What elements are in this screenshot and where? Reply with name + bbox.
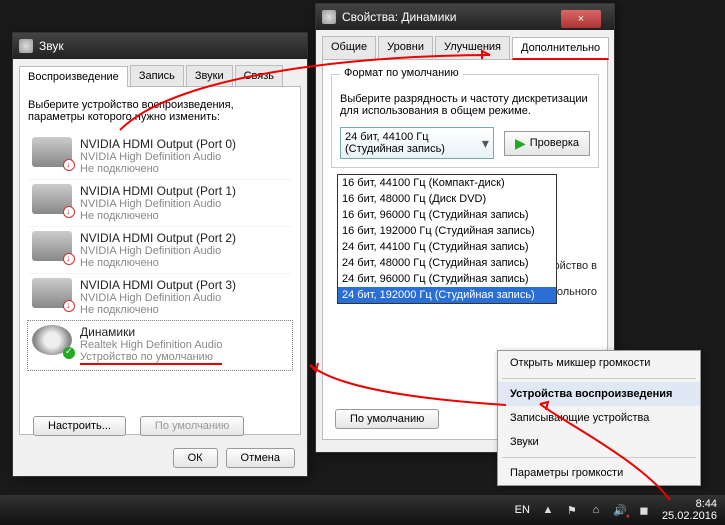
tray: ▲ ⚑ ⌂ 🔊 ◼ <box>540 502 652 518</box>
sound-window: Звук Воспроизведение Запись Звуки Связь … <box>12 32 308 477</box>
sound-bottom-buttons: Настроить... По умолчанию <box>33 416 244 436</box>
group-title: Формат по умолчанию <box>340 67 463 79</box>
device-name: NVIDIA HDMI Output (Port 2) <box>80 231 236 245</box>
device-list: NVIDIA HDMI Output (Port 0) NVIDIA High … <box>28 133 292 370</box>
tab-recording[interactable]: Запись <box>130 65 184 86</box>
tab-general[interactable]: Общие <box>322 36 376 59</box>
tab-comm[interactable]: Связь <box>235 65 283 86</box>
sound-dialog-buttons: ОК Отмена <box>173 448 295 468</box>
tab-levels[interactable]: Уровни <box>378 36 433 59</box>
dd-item-1[interactable]: 16 бит, 48000 Гц (Диск DVD) <box>338 191 556 207</box>
dd-item-5[interactable]: 24 бит, 48000 Гц (Студийная запись) <box>338 255 556 271</box>
device-info: NVIDIA HDMI Output (Port 0) NVIDIA High … <box>80 137 236 175</box>
language-indicator[interactable]: EN <box>515 504 530 516</box>
test-button[interactable]: ▶ Проверка <box>504 131 590 156</box>
tab-enhance[interactable]: Улучшения <box>435 36 510 59</box>
format-selected: 24 бит, 44100 Гц (Студийная запись) <box>345 131 482 155</box>
restore-defaults-button[interactable]: По умолчанию <box>335 409 439 429</box>
device-item-hdmi0[interactable]: NVIDIA HDMI Output (Port 0) NVIDIA High … <box>28 133 292 180</box>
device-info: NVIDIA HDMI Output (Port 1) NVIDIA High … <box>80 184 236 222</box>
tray-chevron-up-icon[interactable]: ▲ <box>540 502 556 518</box>
play-icon: ▶ <box>515 135 526 152</box>
test-label: Проверка <box>530 137 579 149</box>
device-driver: NVIDIA High Definition Audio <box>80 151 236 163</box>
tray-unknown-icon[interactable]: ◼ <box>636 502 652 518</box>
default-badge-icon <box>63 347 75 359</box>
ctx-sounds[interactable]: Звуки <box>498 430 700 454</box>
device-status: Не подключено <box>80 210 236 222</box>
dd-item-0[interactable]: 16 бит, 44100 Гц (Компакт-диск) <box>338 175 556 191</box>
clock[interactable]: 8:44 25.02.2016 <box>662 498 717 522</box>
monitor-icon <box>32 231 72 261</box>
device-name: Динамики <box>80 325 222 339</box>
sound-tabs: Воспроизведение Запись Звуки Связь <box>19 65 301 87</box>
props-tabs: Общие Уровни Улучшения Дополнительно <box>322 36 608 60</box>
tab-advanced[interactable]: Дополнительно <box>512 37 609 60</box>
disconnected-badge-icon <box>63 253 75 265</box>
configure-button[interactable]: Настроить... <box>33 416 126 436</box>
speaker-icon <box>322 10 336 24</box>
tray-volume-icon[interactable]: 🔊 <box>612 502 628 518</box>
disconnected-badge-icon <box>63 300 75 312</box>
device-driver: NVIDIA High Definition Audio <box>80 198 236 210</box>
separator <box>502 378 696 379</box>
device-info: NVIDIA HDMI Output (Port 2) NVIDIA High … <box>80 231 236 269</box>
device-info: NVIDIA HDMI Output (Port 3) NVIDIA High … <box>80 278 236 316</box>
sound-title: Звук <box>39 39 301 53</box>
dd-item-3[interactable]: 16 бит, 192000 Гц (Студийная запись) <box>338 223 556 239</box>
device-driver: Realtek High Definition Audio <box>80 339 222 351</box>
close-icon: × <box>578 13 584 25</box>
sound-description: Выберите устройство воспроизведения, пар… <box>28 99 292 123</box>
monitor-icon <box>32 184 72 214</box>
format-description: Выберите разрядность и частоту дискретиз… <box>340 93 590 117</box>
device-status: Устройство по умолчанию <box>80 351 222 365</box>
monitor-icon <box>32 137 72 167</box>
device-driver: NVIDIA High Definition Audio <box>80 245 236 257</box>
tab-sounds[interactable]: Звуки <box>186 65 233 86</box>
close-button[interactable]: × <box>561 10 601 28</box>
sound-titlebar[interactable]: Звук <box>13 33 307 59</box>
sound-icon <box>19 39 33 53</box>
ctx-open-mixer[interactable]: Открыть микшер громкости <box>498 351 700 375</box>
device-name: NVIDIA HDMI Output (Port 0) <box>80 137 236 151</box>
separator <box>502 457 696 458</box>
tray-flag-icon[interactable]: ⚑ <box>564 502 580 518</box>
chevron-down-icon: ▾ <box>482 135 489 152</box>
dd-item-4[interactable]: 24 бит, 44100 Гц (Студийная запись) <box>338 239 556 255</box>
ok-button[interactable]: ОК <box>173 448 218 468</box>
disconnected-badge-icon <box>63 159 75 171</box>
device-info: Динамики Realtek High Definition Audio У… <box>80 325 222 365</box>
set-default-button[interactable]: По умолчанию <box>140 416 244 436</box>
format-dropdown-list: 16 бит, 44100 Гц (Компакт-диск) 16 бит, … <box>337 174 557 304</box>
device-item-hdmi3[interactable]: NVIDIA HDMI Output (Port 3) NVIDIA High … <box>28 274 292 321</box>
ctx-recording-devices[interactable]: Записывающие устройства <box>498 406 700 430</box>
device-status: Не подключено <box>80 257 236 269</box>
device-item-hdmi1[interactable]: NVIDIA HDMI Output (Port 1) NVIDIA High … <box>28 180 292 227</box>
device-item-hdmi2[interactable]: NVIDIA HDMI Output (Port 2) NVIDIA High … <box>28 227 292 274</box>
clock-time: 8:44 <box>662 498 717 510</box>
ctx-volume-options[interactable]: Параметры громкости <box>498 461 700 485</box>
speaker-icon <box>32 325 72 355</box>
cancel-button[interactable]: Отмена <box>226 448 295 468</box>
ctx-playback-devices[interactable]: Устройства воспроизведения <box>498 382 700 406</box>
device-status: Не подключено <box>80 163 236 175</box>
dd-item-7[interactable]: 24 бит, 192000 Гц (Студийная запись) <box>338 287 556 303</box>
dd-item-2[interactable]: 16 бит, 96000 Гц (Студийная запись) <box>338 207 556 223</box>
monitor-icon <box>32 278 72 308</box>
format-dropdown[interactable]: 24 бит, 44100 Гц (Студийная запись) ▾ <box>340 127 494 159</box>
device-name: NVIDIA HDMI Output (Port 1) <box>80 184 236 198</box>
tab-playback[interactable]: Воспроизведение <box>19 66 128 87</box>
taskbar: EN ▲ ⚑ ⌂ 🔊 ◼ 8:44 25.02.2016 <box>0 495 725 525</box>
disconnected-badge-icon <box>63 206 75 218</box>
device-driver: NVIDIA High Definition Audio <box>80 292 236 304</box>
default-format-group: Формат по умолчанию Выберите разрядность… <box>331 74 599 168</box>
dd-item-6[interactable]: 24 бит, 96000 Гц (Студийная запись) <box>338 271 556 287</box>
sound-panel: Выберите устройство воспроизведения, пар… <box>19 87 301 435</box>
volume-context-menu: Открыть микшер громкости Устройства восп… <box>497 350 701 486</box>
device-item-speakers[interactable]: Динамики Realtek High Definition Audio У… <box>28 321 292 370</box>
clock-date: 25.02.2016 <box>662 510 717 522</box>
device-status: Не подключено <box>80 304 236 316</box>
device-name: NVIDIA HDMI Output (Port 3) <box>80 278 236 292</box>
tray-network-icon[interactable]: ⌂ <box>588 502 604 518</box>
